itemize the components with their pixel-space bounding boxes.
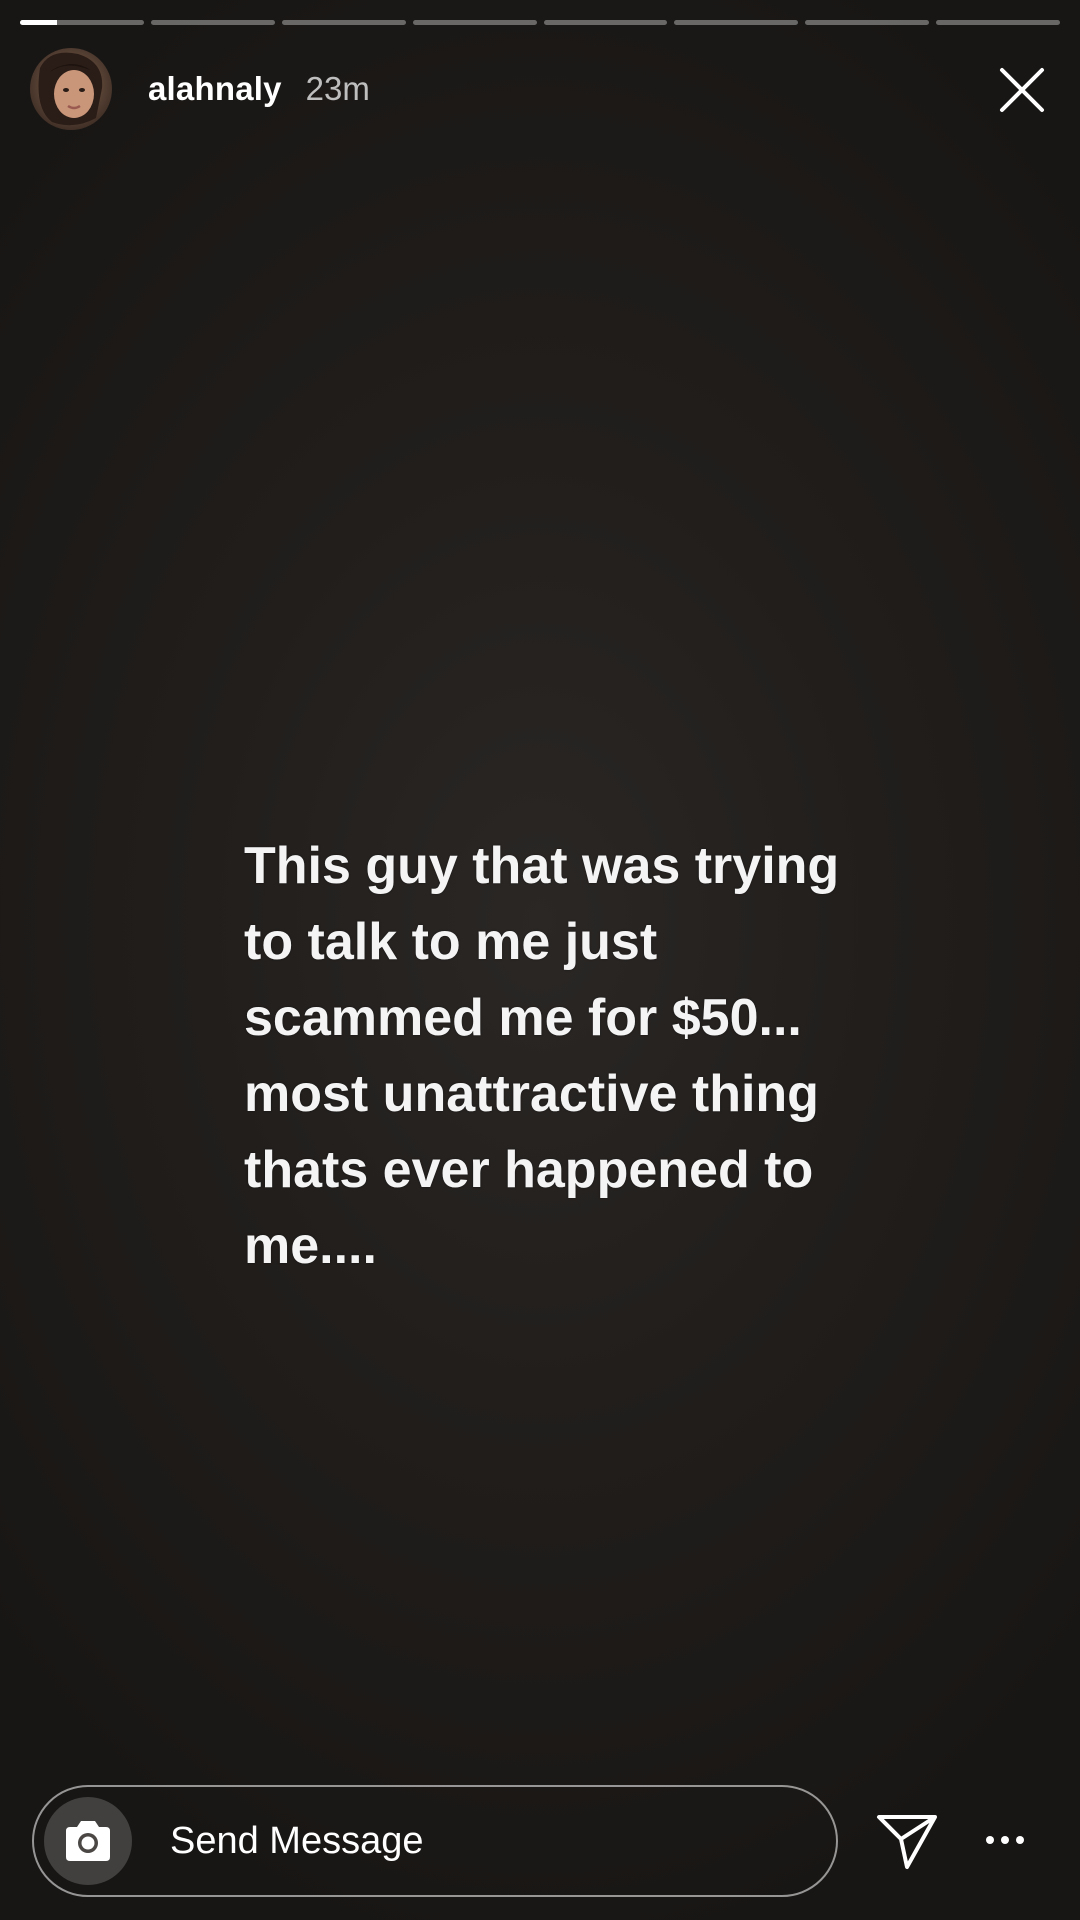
- progress-segment: [674, 20, 799, 25]
- progress-segment: [412, 20, 537, 25]
- camera-icon: [66, 1821, 110, 1861]
- progress-segment-fill: [20, 20, 58, 25]
- close-icon: [1000, 68, 1044, 112]
- progress-segment: [20, 20, 144, 25]
- username[interactable]: alahnaly: [148, 70, 282, 108]
- avatar[interactable]: [30, 48, 112, 130]
- story-viewer[interactable]: alahnaly 23m This guy that was trying to…: [0, 0, 1080, 1920]
- story-progress-bar: [20, 20, 1060, 25]
- progress-segment: [936, 20, 1060, 25]
- paper-plane-icon: [877, 1815, 937, 1869]
- more-options-button[interactable]: [980, 1820, 1030, 1860]
- progress-segment: [805, 20, 930, 25]
- send-message-input[interactable]: [168, 1818, 792, 1864]
- story-text: This guy that was trying to talk to me j…: [244, 837, 840, 1275]
- more-icon: [986, 1836, 1024, 1844]
- story-timestamp: 23m: [305, 70, 370, 107]
- progress-segment: [281, 20, 406, 25]
- reply-bar: [32, 1785, 838, 1897]
- story-header: alahnaly 23m: [30, 46, 1050, 132]
- profile-photo-icon: [30, 48, 112, 130]
- camera-button[interactable]: [44, 1797, 132, 1885]
- progress-segment: [543, 20, 668, 25]
- progress-segment: [150, 20, 275, 25]
- send-button[interactable]: [874, 1810, 940, 1872]
- close-button[interactable]: [994, 62, 1050, 118]
